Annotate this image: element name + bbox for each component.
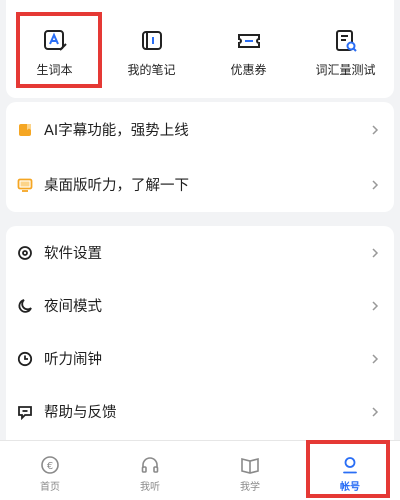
- shortcut-my-notes[interactable]: 我的笔记: [103, 0, 200, 98]
- settings-item-label: 听力闹钟: [44, 352, 102, 368]
- promo-item-label: AI字幕功能，强势上线: [44, 123, 189, 139]
- chevron-right-icon: [372, 124, 379, 135]
- feedback-icon: [18, 405, 32, 420]
- shortcut-vocab-test[interactable]: 词汇量测试: [297, 0, 394, 98]
- shortcut-label: 优惠券: [230, 63, 267, 77]
- chevron-right-icon: [372, 179, 379, 190]
- shortcut-vocabulary-book[interactable]: 生词本: [6, 0, 103, 98]
- shortcut-label: 我的笔记: [127, 63, 176, 77]
- tab-listen[interactable]: 我听: [100, 441, 200, 500]
- chevron-right-icon: [372, 406, 379, 417]
- coupon-icon: [237, 34, 260, 48]
- promo-item-desktop[interactable]: 桌面版听力，了解一下: [6, 157, 394, 212]
- ai-subtitle-icon: [19, 123, 31, 136]
- settings-item-label: 软件设置: [44, 246, 102, 262]
- shortcut-label: 词汇量测试: [315, 63, 376, 77]
- desktop-icon: [17, 178, 33, 192]
- home-icon: €: [41, 456, 59, 474]
- moon-icon: [18, 298, 32, 313]
- tab-account[interactable]: 帐号: [300, 441, 400, 500]
- promo-item-ai-subtitle[interactable]: AI字幕功能，强势上线: [6, 102, 394, 157]
- svg-text:€: €: [47, 461, 53, 472]
- tab-label: 我听: [140, 482, 160, 493]
- shortcuts-card: 生词本 我的笔记 优惠券 词汇量测试: [6, 0, 394, 98]
- chevron-right-icon: [372, 247, 379, 258]
- shortcut-coupon[interactable]: 优惠券: [200, 0, 297, 98]
- settings-icon: [18, 245, 32, 260]
- bottom-tab-bar: € 首页 我听 我学 帐号: [0, 440, 400, 500]
- chevron-right-icon: [372, 353, 379, 364]
- tab-learn[interactable]: 我学: [200, 441, 300, 500]
- tab-label: 首页: [40, 482, 60, 493]
- tab-label: 帐号: [340, 482, 360, 493]
- clock-icon: [17, 351, 33, 366]
- headphones-icon: [141, 457, 159, 473]
- book-icon: [241, 457, 259, 474]
- promo-item-label: 桌面版听力，了解一下: [44, 178, 189, 194]
- settings-item-help-feedback[interactable]: 帮助与反馈: [6, 385, 394, 438]
- settings-item-software-settings[interactable]: 软件设置: [6, 226, 394, 279]
- vocabulary-book-icon: [43, 30, 67, 51]
- settings-item-label: 夜间模式: [44, 299, 102, 315]
- tab-label: 我学: [240, 482, 260, 493]
- settings-card: 软件设置 夜间模式 听力闹钟 帮助与反馈: [6, 226, 394, 440]
- tab-home[interactable]: € 首页: [0, 441, 100, 500]
- shortcut-label: 生词本: [36, 63, 73, 77]
- chevron-right-icon: [372, 300, 379, 311]
- promo-card: AI字幕功能，强势上线 桌面版听力，了解一下: [6, 102, 394, 212]
- account-icon: [343, 457, 357, 474]
- settings-item-night-mode[interactable]: 夜间模式: [6, 279, 394, 332]
- settings-item-label: 帮助与反馈: [44, 405, 117, 421]
- notes-icon: [141, 31, 162, 50]
- vocab-test-icon: [335, 30, 357, 52]
- settings-item-listening-alarm[interactable]: 听力闹钟: [6, 332, 394, 385]
